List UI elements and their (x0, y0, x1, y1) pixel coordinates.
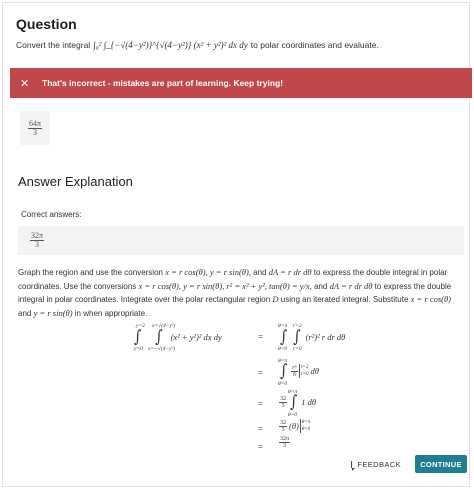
lhs-integrand: (x² + y²)² dx dy (170, 332, 222, 342)
step3-expression: 32 3 ∫ 1 dθ (279, 392, 317, 412)
step4-lower: θ=0 (301, 427, 311, 432)
correct-answers-label: Correct answers: (21, 210, 82, 219)
banner-message: That's incorrect - mistakes are part of … (42, 78, 284, 88)
equals-sign: = (258, 368, 264, 378)
integral-sign: ∫ (280, 327, 288, 347)
step3-lower: θ=0 (288, 412, 298, 418)
step3-numerator: 32 (279, 395, 287, 403)
lhs-inner-lower: x=−√(4−y²) (148, 346, 176, 352)
integral-sign: ∫ (290, 392, 298, 412)
question-prompt: Convert the integral ∫₀² ∫_{−√(4−y²)}^{√… (16, 40, 379, 50)
step2-expression: ∫ r⁶ 6 r=2 r=0 dθ (280, 361, 319, 381)
equals-sign: = (258, 424, 264, 434)
step1-inner-lower: r=0 (293, 346, 302, 352)
question-title: Question (16, 16, 77, 32)
feedback-label: FEEDBACK (357, 460, 401, 469)
correct-answer: 32π 3 (18, 226, 464, 255)
expl-math-1: x = r cos(θ), y = r sin(θ), (165, 267, 251, 277)
expl-math-7: y = r sin(θ) (33, 307, 73, 318)
close-icon[interactable]: ✕ (20, 77, 34, 90)
user-answer-fraction: 64π 3 (27, 119, 43, 137)
expl-math-6: x = r cos(θ) (410, 294, 451, 304)
step2-eval-lower: r=0 (300, 372, 309, 377)
step3-fraction: 32 3 (279, 396, 287, 409)
prompt-prefix: Convert the integral (16, 40, 91, 50)
step3-denominator: 3 (281, 402, 285, 409)
correct-answer-fraction: 32π 3 (30, 232, 45, 249)
expl-text-2: and (253, 268, 267, 277)
expl-text-7: and (18, 308, 32, 318)
step4-upper: θ=π (301, 420, 311, 425)
step2-numerator: r⁶ (291, 364, 298, 372)
result-denominator: 3 (283, 443, 287, 449)
lhs-outer-lower: y=0 (134, 346, 143, 352)
equals-sign: = (258, 399, 264, 409)
feedback-icon (351, 461, 357, 471)
feedback-button[interactable]: FEEDBACK (345, 456, 407, 473)
step4-numerator: 32 (279, 419, 287, 427)
equals-sign: = (258, 332, 264, 342)
explanation-text: Graph the region and use the conversion … (18, 266, 460, 320)
integral-sign: ∫ (155, 327, 163, 347)
step1-outer-lower: θ=0 (278, 346, 288, 352)
expl-text-1: Graph the region and use the conversion (18, 268, 163, 277)
result-numerator: 32π (279, 436, 291, 443)
result-fraction: 32π 3 (279, 436, 291, 449)
expl-math-2: dA = r dr dθ (268, 267, 312, 277)
expl-math-4: dA = r dr dθ (329, 280, 373, 291)
step4-fraction: 32 3 (279, 420, 287, 433)
user-answer-denominator: 3 (32, 127, 37, 137)
result-expression: 32π 3 (279, 436, 291, 449)
step2-tail: dθ (310, 366, 319, 376)
prompt-suffix: to polar coordinates and evaluate. (250, 40, 379, 50)
step4-expression: 32 3 (θ) θ=π θ=0 (279, 419, 310, 433)
equals-sign: = (258, 442, 264, 452)
step4-middle: (θ) (289, 421, 299, 431)
integral-sign: ∫ (280, 361, 288, 381)
step3-tail: 1 dθ (301, 397, 317, 407)
integral-sign: ∫ (293, 327, 301, 347)
step2-denominator: 6 (293, 371, 296, 378)
expl-text-6: using an iterated integral. Substitute (280, 295, 409, 304)
step4-denominator: 3 (281, 426, 285, 433)
question-integral: ∫₀² ∫_{−√(4−y²)}^{√(4−y²)} (x² + y²)² dx… (93, 40, 248, 50)
lhs-expression: ∫ ∫ (x² + y²)² dx dy (134, 327, 222, 347)
continue-button[interactable]: CONTINUE (415, 455, 467, 473)
explanation-title: Answer Explanation (18, 174, 133, 189)
step2-eval-upper: r=2 (300, 365, 309, 370)
user-answer: 64π 3 (20, 111, 50, 145)
expl-math-5: D (272, 294, 279, 304)
correct-answer-denominator: 3 (35, 240, 40, 249)
derivation: y=2 x=√(4−y²) ∫ ∫ (x² + y²)² dx dy y=0 x… (130, 323, 360, 453)
step2-lower: θ=0 (278, 381, 288, 387)
step1-expression: ∫ ∫ (r²)² r dr dθ (280, 327, 346, 347)
expl-text-8: in when appropriate. (74, 308, 148, 318)
expl-text-4: and (314, 281, 328, 291)
incorrect-banner: ✕ That's incorrect - mistakes are part o… (10, 68, 472, 98)
expl-math-3: x = r cos(θ), y = r sin(θ), r² = x² + y²… (138, 280, 312, 291)
integral-sign: ∫ (134, 327, 142, 347)
step1-integrand: (r²)² r dr dθ (305, 332, 346, 342)
step2-fraction: r⁶ 6 (291, 364, 298, 378)
